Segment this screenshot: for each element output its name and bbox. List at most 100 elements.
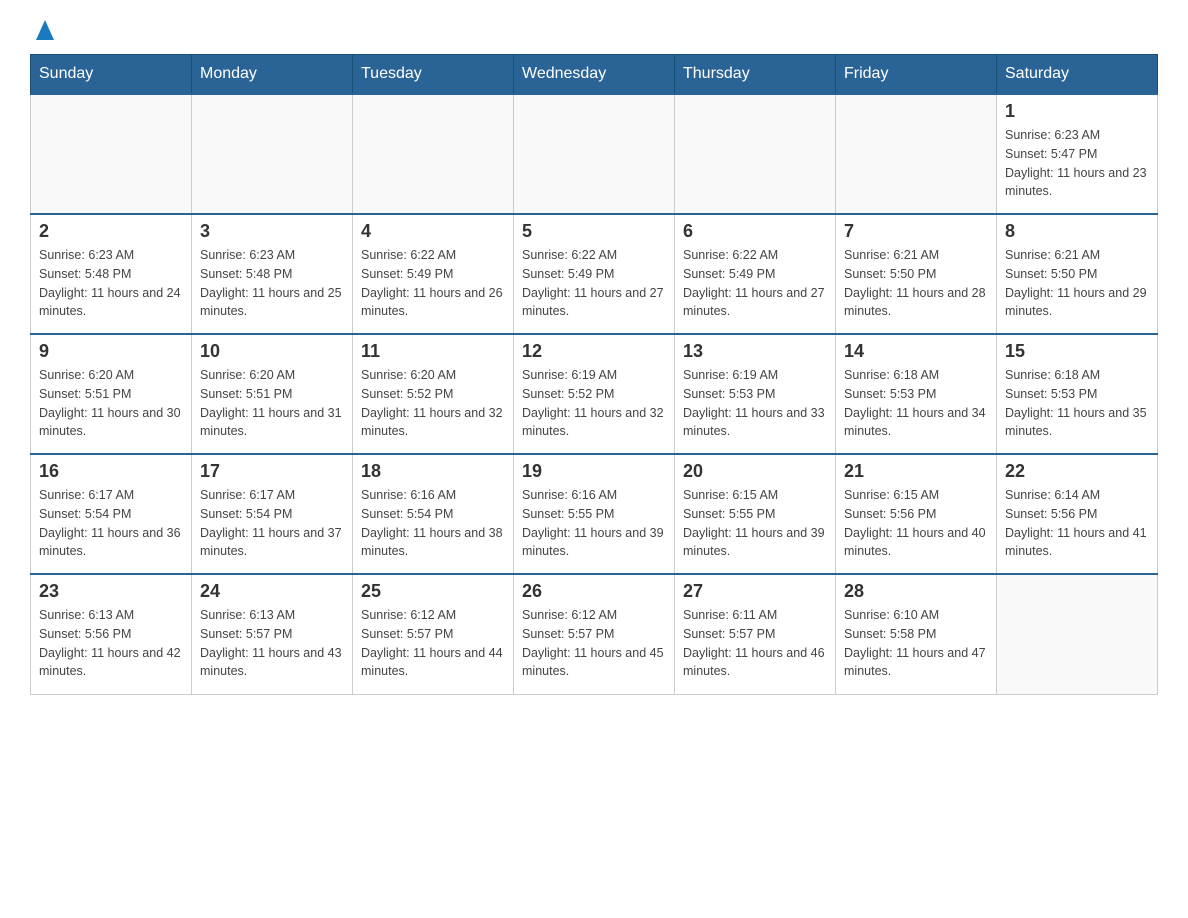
calendar-day bbox=[353, 94, 514, 214]
day-info: Sunrise: 6:20 AM Sunset: 5:51 PM Dayligh… bbox=[200, 366, 344, 441]
calendar-day bbox=[31, 94, 192, 214]
calendar-day: 4 Sunrise: 6:22 AM Sunset: 5:49 PM Daylig… bbox=[353, 214, 514, 334]
calendar-table: Sunday Monday Tuesday Wednesday Thursday… bbox=[30, 54, 1158, 695]
day-info: Sunrise: 6:19 AM Sunset: 5:52 PM Dayligh… bbox=[522, 366, 666, 441]
day-number: 27 bbox=[683, 581, 827, 602]
day-info: Sunrise: 6:12 AM Sunset: 5:57 PM Dayligh… bbox=[522, 606, 666, 681]
calendar-day: 6 Sunrise: 6:22 AM Sunset: 5:49 PM Daylig… bbox=[675, 214, 836, 334]
day-number: 10 bbox=[200, 341, 344, 362]
calendar-day: 10 Sunrise: 6:20 AM Sunset: 5:51 PM Dayli… bbox=[192, 334, 353, 454]
calendar-day bbox=[675, 94, 836, 214]
page-header bbox=[30, 20, 1158, 44]
day-info: Sunrise: 6:22 AM Sunset: 5:49 PM Dayligh… bbox=[361, 246, 505, 321]
calendar-week-row: 2 Sunrise: 6:23 AM Sunset: 5:48 PM Daylig… bbox=[31, 214, 1158, 334]
day-info: Sunrise: 6:22 AM Sunset: 5:49 PM Dayligh… bbox=[683, 246, 827, 321]
day-info: Sunrise: 6:21 AM Sunset: 5:50 PM Dayligh… bbox=[844, 246, 988, 321]
logo-arrow-icon bbox=[36, 20, 54, 45]
calendar-day: 17 Sunrise: 6:17 AM Sunset: 5:54 PM Dayli… bbox=[192, 454, 353, 574]
day-number: 15 bbox=[1005, 341, 1149, 362]
calendar-day: 12 Sunrise: 6:19 AM Sunset: 5:52 PM Dayli… bbox=[514, 334, 675, 454]
day-number: 18 bbox=[361, 461, 505, 482]
day-info: Sunrise: 6:18 AM Sunset: 5:53 PM Dayligh… bbox=[1005, 366, 1149, 441]
day-number: 4 bbox=[361, 221, 505, 242]
calendar-day bbox=[192, 94, 353, 214]
calendar-day: 28Sunrise: 6:10 AM Sunset: 5:58 PM Dayli… bbox=[836, 574, 997, 694]
day-info: Sunrise: 6:15 AM Sunset: 5:56 PM Dayligh… bbox=[844, 486, 988, 561]
day-number: 8 bbox=[1005, 221, 1149, 242]
day-info: Sunrise: 6:20 AM Sunset: 5:52 PM Dayligh… bbox=[361, 366, 505, 441]
day-info: Sunrise: 6:11 AM Sunset: 5:57 PM Dayligh… bbox=[683, 606, 827, 681]
header-tuesday: Tuesday bbox=[353, 55, 514, 95]
day-number: 23 bbox=[39, 581, 183, 602]
calendar-day: 1 Sunrise: 6:23 AM Sunset: 5:47 PM Daylig… bbox=[997, 94, 1158, 214]
day-number: 7 bbox=[844, 221, 988, 242]
day-number: 22 bbox=[1005, 461, 1149, 482]
header-wednesday: Wednesday bbox=[514, 55, 675, 95]
day-number: 17 bbox=[200, 461, 344, 482]
day-info: Sunrise: 6:19 AM Sunset: 5:53 PM Dayligh… bbox=[683, 366, 827, 441]
calendar-day: 26 Sunrise: 6:12 AM Sunset: 5:57 PM Dayli… bbox=[514, 574, 675, 694]
day-info: Sunrise: 6:10 AM Sunset: 5:58 PM Dayligh… bbox=[844, 606, 988, 681]
day-info: Sunrise: 6:23 AM Sunset: 5:48 PM Dayligh… bbox=[39, 246, 183, 321]
calendar-week-row: 9 Sunrise: 6:20 AM Sunset: 5:51 PM Daylig… bbox=[31, 334, 1158, 454]
day-number: 12 bbox=[522, 341, 666, 362]
calendar-day: 9 Sunrise: 6:20 AM Sunset: 5:51 PM Daylig… bbox=[31, 334, 192, 454]
day-number: 11 bbox=[361, 341, 505, 362]
day-info: Sunrise: 6:23 AM Sunset: 5:47 PM Dayligh… bbox=[1005, 126, 1149, 201]
calendar-day: 15 Sunrise: 6:18 AM Sunset: 5:53 PM Dayli… bbox=[997, 334, 1158, 454]
day-info: Sunrise: 6:22 AM Sunset: 5:49 PM Dayligh… bbox=[522, 246, 666, 321]
calendar-day: 19 Sunrise: 6:16 AM Sunset: 5:55 PM Dayli… bbox=[514, 454, 675, 574]
day-number: 13 bbox=[683, 341, 827, 362]
calendar-day: 24Sunrise: 6:13 AM Sunset: 5:57 PM Dayli… bbox=[192, 574, 353, 694]
calendar-week-row: 1 Sunrise: 6:23 AM Sunset: 5:47 PM Daylig… bbox=[31, 94, 1158, 214]
day-info: Sunrise: 6:13 AM Sunset: 5:56 PM Dayligh… bbox=[39, 606, 183, 681]
calendar-day bbox=[836, 94, 997, 214]
calendar-header-row: Sunday Monday Tuesday Wednesday Thursday… bbox=[31, 55, 1158, 95]
day-number: 21 bbox=[844, 461, 988, 482]
day-info: Sunrise: 6:13 AM Sunset: 5:57 PM Dayligh… bbox=[200, 606, 344, 681]
day-number: 25 bbox=[361, 581, 505, 602]
day-info: Sunrise: 6:17 AM Sunset: 5:54 PM Dayligh… bbox=[200, 486, 344, 561]
calendar-day: 14 Sunrise: 6:18 AM Sunset: 5:53 PM Dayli… bbox=[836, 334, 997, 454]
day-number: 9 bbox=[39, 341, 183, 362]
logo bbox=[30, 20, 54, 44]
day-number: 3 bbox=[200, 221, 344, 242]
header-saturday: Saturday bbox=[997, 55, 1158, 95]
calendar-day: 22 Sunrise: 6:14 AM Sunset: 5:56 PM Dayli… bbox=[997, 454, 1158, 574]
day-info: Sunrise: 6:18 AM Sunset: 5:53 PM Dayligh… bbox=[844, 366, 988, 441]
calendar-day: 23 Sunrise: 6:13 AM Sunset: 5:56 PM Dayli… bbox=[31, 574, 192, 694]
day-info: Sunrise: 6:16 AM Sunset: 5:55 PM Dayligh… bbox=[522, 486, 666, 561]
day-info: Sunrise: 6:14 AM Sunset: 5:56 PM Dayligh… bbox=[1005, 486, 1149, 561]
header-monday: Monday bbox=[192, 55, 353, 95]
day-number: 2 bbox=[39, 221, 183, 242]
header-friday: Friday bbox=[836, 55, 997, 95]
day-info: Sunrise: 6:23 AM Sunset: 5:48 PM Dayligh… bbox=[200, 246, 344, 321]
calendar-week-row: 23 Sunrise: 6:13 AM Sunset: 5:56 PM Dayli… bbox=[31, 574, 1158, 694]
day-number: 26 bbox=[522, 581, 666, 602]
header-sunday: Sunday bbox=[31, 55, 192, 95]
day-number: 1 bbox=[1005, 101, 1149, 122]
day-number: 20 bbox=[683, 461, 827, 482]
calendar-day: 27 Sunrise: 6:11 AM Sunset: 5:57 PM Dayli… bbox=[675, 574, 836, 694]
header-thursday: Thursday bbox=[675, 55, 836, 95]
calendar-day: 20 Sunrise: 6:15 AM Sunset: 5:55 PM Dayli… bbox=[675, 454, 836, 574]
day-info: Sunrise: 6:12 AM Sunset: 5:57 PM Dayligh… bbox=[361, 606, 505, 681]
day-number: 14 bbox=[844, 341, 988, 362]
calendar-day: 11 Sunrise: 6:20 AM Sunset: 5:52 PM Dayli… bbox=[353, 334, 514, 454]
day-info: Sunrise: 6:15 AM Sunset: 5:55 PM Dayligh… bbox=[683, 486, 827, 561]
day-number: 16 bbox=[39, 461, 183, 482]
day-number: 19 bbox=[522, 461, 666, 482]
day-info: Sunrise: 6:20 AM Sunset: 5:51 PM Dayligh… bbox=[39, 366, 183, 441]
day-number: 6 bbox=[683, 221, 827, 242]
day-info: Sunrise: 6:16 AM Sunset: 5:54 PM Dayligh… bbox=[361, 486, 505, 561]
calendar-day: 13 Sunrise: 6:19 AM Sunset: 5:53 PM Dayli… bbox=[675, 334, 836, 454]
calendar-day bbox=[514, 94, 675, 214]
day-info: Sunrise: 6:17 AM Sunset: 5:54 PM Dayligh… bbox=[39, 486, 183, 561]
calendar-day: 25 Sunrise: 6:12 AM Sunset: 5:57 PM Dayli… bbox=[353, 574, 514, 694]
calendar-day: 16 Sunrise: 6:17 AM Sunset: 5:54 PM Dayli… bbox=[31, 454, 192, 574]
day-number: 5 bbox=[522, 221, 666, 242]
calendar-week-row: 16 Sunrise: 6:17 AM Sunset: 5:54 PM Dayli… bbox=[31, 454, 1158, 574]
calendar-day: 3 Sunrise: 6:23 AM Sunset: 5:48 PM Daylig… bbox=[192, 214, 353, 334]
calendar-day bbox=[997, 574, 1158, 694]
day-info: Sunrise: 6:21 AM Sunset: 5:50 PM Dayligh… bbox=[1005, 246, 1149, 321]
